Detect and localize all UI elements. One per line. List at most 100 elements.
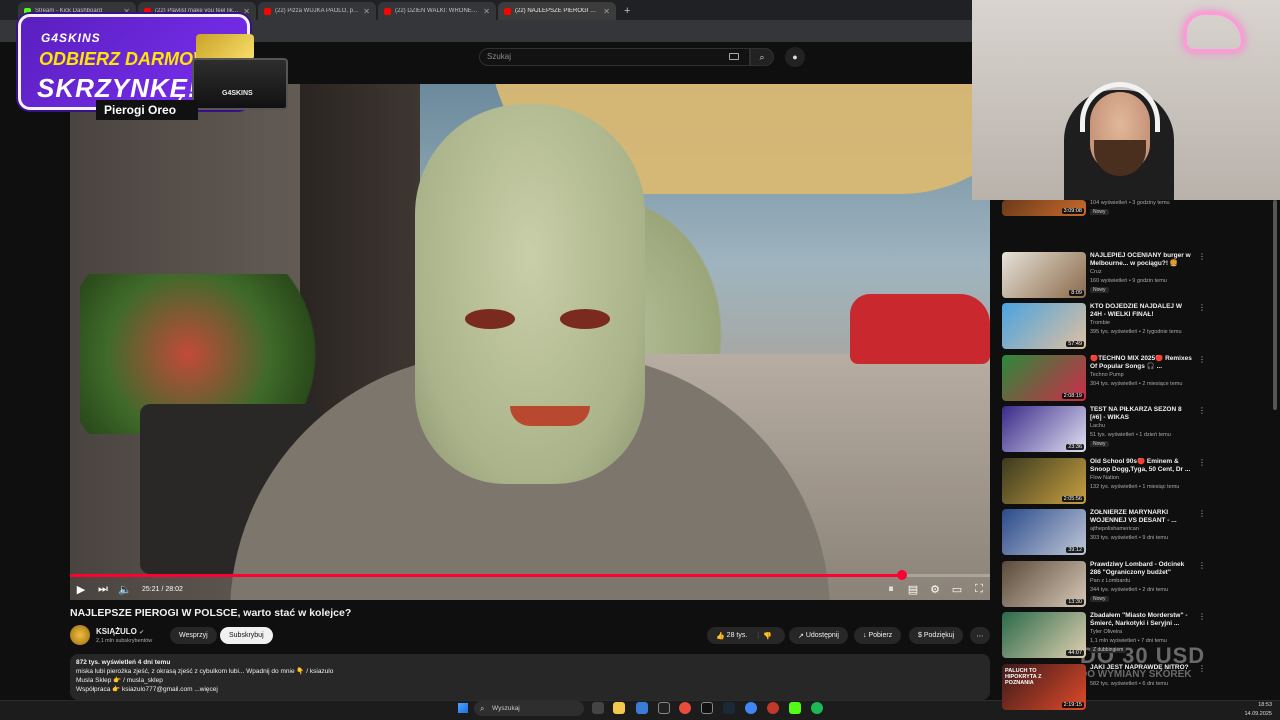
browser-tab[interactable]: (22) Pizza WUJKA PAOLO, pizze ✕ xyxy=(258,2,376,20)
file-explorer-icon[interactable] xyxy=(613,702,625,714)
chrome-profile-icon[interactable] xyxy=(745,702,757,714)
recommendation-item[interactable]: 23:36 TEST NA PIŁKARZA SEZON 8 [#6] - WIK… xyxy=(1002,406,1272,454)
browser-tab[interactable]: (22) DZIEŃ WALKI: WRONEK VS ✕ xyxy=(378,2,496,20)
subtitles-button[interactable]: ▤ xyxy=(902,578,924,600)
share-button[interactable]: ↗ Udostępnij xyxy=(789,627,848,644)
recommendation-thumbnail[interactable]: 39:12 xyxy=(1002,509,1086,555)
share-icon: ↗ xyxy=(798,632,804,640)
channel-name[interactable]: KSIĄŻULO ✔ xyxy=(96,627,144,636)
download-icon: ↓ xyxy=(863,632,867,639)
close-tab-icon[interactable]: ✕ xyxy=(603,7,610,16)
kick-icon[interactable] xyxy=(789,702,801,714)
recommendation-menu-icon[interactable]: ⋮ xyxy=(1198,355,1206,364)
recommendation-title: ŻOŁNIERZE MARYNARKI WOJENNEJ VS DESANT -… xyxy=(1090,509,1177,524)
description-line-1: miska lubi pierożka zjeść, z okrasą zjeś… xyxy=(76,668,334,675)
recommendation-menu-icon[interactable]: ⋮ xyxy=(1198,406,1206,415)
close-tab-icon[interactable]: ✕ xyxy=(363,7,370,16)
recommendation-item[interactable]: 2:08:19 🔴TECHNO MIX 2025🔴 Remixes Of Popu… xyxy=(1002,354,1272,403)
dislike-icon[interactable]: 👎 xyxy=(763,632,772,640)
recommendation-menu-icon[interactable]: ⋮ xyxy=(1198,458,1206,467)
recommendation-thumbnail[interactable]: 8:09 xyxy=(1002,251,1086,298)
chrome-icon[interactable] xyxy=(679,702,691,714)
autoplay-toggle[interactable]: ⏸ xyxy=(880,578,902,600)
recommendation-thumbnail[interactable]: 3:09:08 xyxy=(1002,200,1086,216)
search-icon: ⌕ xyxy=(480,704,485,713)
windows-start-icon[interactable] xyxy=(458,703,468,713)
app-icon-3[interactable] xyxy=(701,702,713,714)
progress-bar[interactable] xyxy=(70,570,990,580)
share-label: Udostępnij xyxy=(805,632,839,639)
recommendation-thumbnail[interactable]: 57:49 xyxy=(1002,303,1086,349)
recommendation-menu-icon[interactable]: ⋮ xyxy=(1198,252,1206,261)
recommendation-item[interactable]: 13:30 Prawdziwy Lombard - Odcinek 286 "Og… xyxy=(1002,560,1272,609)
views-meta: 872 tys. wyświetleń 4 dni temu xyxy=(76,659,171,666)
recommendation-channel: Techno Pump xyxy=(1090,371,1124,378)
settings-button[interactable]: ⚙ xyxy=(924,578,946,600)
recommendation-thumbnail[interactable]: PALUCH TO HIPOKRYTA Z POZNANIA 2:19:15 xyxy=(1002,663,1086,710)
video-duration: 2:05:56 xyxy=(1061,495,1084,502)
recommendation-item[interactable]: 39:12 ŻOŁNIERZE MARYNARKI WOJENNEJ VS DES… xyxy=(1002,509,1272,557)
close-tab-icon[interactable]: ✕ xyxy=(243,7,250,16)
keyboard-icon[interactable] xyxy=(729,53,739,60)
search-button[interactable]: ⌕ xyxy=(750,48,774,66)
sidebar-scrollbar[interactable] xyxy=(1273,200,1277,410)
recommendation-menu-icon[interactable]: ⋮ xyxy=(1198,612,1206,621)
fullscreen-button[interactable]: ⛶ xyxy=(968,578,990,600)
play-icon: ▶ xyxy=(76,583,86,596)
thanks-button[interactable]: $ Podziękuj xyxy=(909,627,964,644)
recommendation-thumbnail[interactable]: 23:36 xyxy=(1002,406,1086,452)
steam-icon[interactable] xyxy=(723,702,735,714)
headphones-icon xyxy=(1080,82,1160,132)
app-icon-2[interactable] xyxy=(658,702,670,714)
more-actions-button[interactable]: ⋯ xyxy=(970,627,990,644)
next-button[interactable]: ⏭ xyxy=(92,578,114,600)
voice-search-button[interactable]: ● xyxy=(785,47,805,67)
recommendation-thumbnail[interactable]: 2:08:19 xyxy=(1002,354,1086,401)
task-view-icon[interactable] xyxy=(592,702,604,714)
recommendation-item[interactable]: 2:05:56 Old School 90s🔴 Eminem & Snoop Do… xyxy=(1002,457,1272,506)
recommendation-menu-icon[interactable]: ⋮ xyxy=(1198,303,1206,312)
subscribe-button[interactable]: Subskrybuj xyxy=(220,627,273,644)
close-tab-icon[interactable]: ✕ xyxy=(483,7,490,16)
recommendation-item[interactable]: 57:49 KTO DOJEDZIE NAJDALEJ W 24H - WIELK… xyxy=(1002,303,1272,351)
description-line-3: Współpraca 👉 ksiazulo777@gmail.com ...wi… xyxy=(76,686,218,693)
recommendation-meta: 51 tys. wyświetleń • 1 dzień temu xyxy=(1090,432,1171,438)
promo-brand: G4SKINS xyxy=(41,31,101,45)
video-duration: 39:12 xyxy=(1066,547,1084,553)
volume-button[interactable]: 🔈 xyxy=(114,578,136,600)
recommendation-thumbnail[interactable]: 2:05:56 xyxy=(1002,457,1086,504)
channel-avatar[interactable] xyxy=(70,625,90,645)
recommendation-menu-icon[interactable]: ⋮ xyxy=(1198,561,1206,570)
recommendation-item[interactable]: 44:07 Zbadałem "Miasto Morderstw" - Śmier… xyxy=(1002,612,1272,660)
more-icon: ⋯ xyxy=(976,632,984,640)
video-player[interactable] xyxy=(70,84,990,600)
recommendation-item[interactable]: 3:09:08 104 wyświetleń • 3 godziny temu No… xyxy=(1002,200,1272,248)
search-input[interactable]: Szukaj xyxy=(479,48,750,66)
browser-tab-title: (22) NAJLEPSZE PIEROGI W PO xyxy=(515,8,600,14)
app-icon-1[interactable] xyxy=(636,702,648,714)
browser-tab[interactable]: (22) NAJLEPSZE PIEROGI W PO ✕ xyxy=(498,2,616,20)
taskbar-search[interactable]: ⌕ Wyszukaj xyxy=(474,701,584,716)
play-button[interactable]: ▶ xyxy=(70,578,92,600)
recommendation-item[interactable]: 8:09 NAJLEPIEJ OCENIANY burger w Melbourn… xyxy=(1002,251,1272,300)
like-count[interactable]: 28 tys. xyxy=(727,632,748,639)
spotify-icon[interactable] xyxy=(811,702,823,714)
gear-icon: ⚙ xyxy=(930,583,940,596)
recommendation-channel: Lachu xyxy=(1090,423,1105,429)
app-icon-4[interactable] xyxy=(767,702,779,714)
recommendation-item[interactable]: PALUCH TO HIPOKRYTA Z POZNANIA 2:19:15 JAK… xyxy=(1002,663,1272,712)
recommendation-menu-icon[interactable]: ⋮ xyxy=(1198,509,1206,518)
new-tab-button[interactable]: + xyxy=(618,5,636,20)
download-button[interactable]: ↓ Pobierz xyxy=(854,627,902,644)
recommendation-thumbnail[interactable]: 44:07 xyxy=(1002,612,1086,658)
description-box[interactable]: 872 tys. wyświetleń 4 dni temu miska lub… xyxy=(70,654,990,700)
support-button[interactable]: Wesprzyj xyxy=(170,627,217,644)
microphone-icon: ● xyxy=(792,52,798,62)
like-icon[interactable]: 👍 xyxy=(716,632,725,640)
theater-mode-button[interactable]: ▭ xyxy=(946,578,968,600)
subtitles-icon: ▤ xyxy=(907,583,919,596)
thanks-icon: $ xyxy=(918,632,922,639)
recommendation-thumbnail[interactable]: 13:30 xyxy=(1002,560,1086,607)
recommendation-menu-icon[interactable]: ⋮ xyxy=(1198,664,1206,673)
recommendation-meta: 132 tys. wyświetleń • 1 miesiąc temu xyxy=(1090,483,1180,490)
